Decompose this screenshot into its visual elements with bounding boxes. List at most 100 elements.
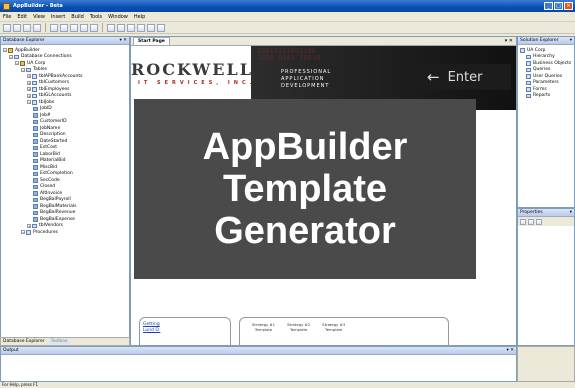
tab-toolbox[interactable]: Toolbox (48, 339, 70, 344)
folder-icon (526, 61, 531, 66)
panel-pin-icon[interactable]: ▾ (570, 210, 572, 215)
panel-pin-icon[interactable]: ▾ (570, 38, 572, 43)
column-icon (33, 210, 38, 215)
menu-build[interactable]: Build (71, 14, 84, 20)
open-icon[interactable] (13, 23, 21, 32)
solution-tree-item[interactable]: Reports (520, 93, 572, 100)
panel-title: Properties (520, 210, 543, 215)
tree-item-label: User Queries (533, 73, 563, 79)
solution-tree: UA Corp Hierarchy Business Objects Queries U… (518, 45, 574, 101)
document-close-icon[interactable]: ▾ ✕ (505, 38, 513, 44)
tree-item-label: EstCompletion (40, 171, 73, 177)
tree-item-label: MiscBid (40, 164, 58, 170)
undo-icon[interactable] (80, 23, 88, 32)
tree-item-label: UA Corp (527, 47, 546, 53)
tree-item-label: AltInvoice (40, 190, 63, 196)
tree-item-label: Queries (533, 67, 551, 73)
folder-icon (14, 54, 19, 59)
panel-title: Output (3, 348, 19, 353)
new-icon[interactable] (3, 23, 11, 32)
tree-item[interactable]: − Procedures (3, 229, 127, 236)
alphabetical-icon[interactable] (528, 218, 534, 225)
table-icon (32, 100, 37, 105)
template-kind: Template (289, 327, 308, 332)
menu-help[interactable]: Help (134, 14, 145, 20)
close-button[interactable]: × (564, 2, 573, 10)
panel-title: Solution Explorer (520, 38, 559, 43)
paste-icon[interactable] (70, 23, 78, 32)
tab-start-page[interactable]: Start Page (133, 37, 170, 45)
enter-label: Enter (447, 69, 483, 85)
overlay-line: AppBuilder (202, 126, 408, 168)
title-bar: AppBuilder - Beta _ □ × (0, 0, 575, 12)
menu-edit[interactable]: Edit (17, 14, 27, 20)
expand-toggle-icon[interactable]: − (9, 54, 13, 59)
expand-toggle-icon[interactable]: + (27, 74, 31, 79)
expand-toggle-icon[interactable]: − (21, 67, 25, 72)
tree-item-label: JobName (40, 125, 61, 131)
column-icon (33, 217, 38, 222)
menu-file[interactable]: File (3, 14, 11, 20)
column-icon (33, 113, 38, 118)
save-all-icon[interactable] (33, 23, 41, 32)
property-pages-icon[interactable] (536, 218, 542, 225)
properties-panel: Properties ▾ (517, 208, 575, 346)
build-icon[interactable] (107, 23, 115, 32)
expand-toggle-icon[interactable]: + (27, 87, 31, 92)
folder-icon (26, 230, 31, 235)
toolbar-separator (102, 23, 103, 32)
template-kind: Template (325, 327, 343, 332)
table-icon[interactable] (137, 23, 145, 32)
menu-view[interactable]: View (33, 14, 45, 20)
tagline-line: PROFESSIONAL (281, 69, 332, 75)
minimize-button[interactable]: _ (544, 2, 553, 10)
run-icon[interactable] (117, 23, 125, 32)
left-panel-tabs: Database Explorer Toolbox (0, 337, 130, 346)
menu-insert[interactable]: Insert (51, 14, 65, 20)
panel-controls[interactable]: ▾ ✕ (120, 38, 127, 43)
categorized-icon[interactable] (520, 218, 526, 225)
enter-button[interactable]: ← Enter (421, 64, 511, 90)
column-icon (33, 204, 38, 209)
copy-icon[interactable] (60, 23, 68, 32)
expand-toggle-icon[interactable]: + (27, 80, 31, 85)
document-tabs: Start Page ▾ ✕ (131, 37, 516, 46)
enter-arrow-icon: ← (427, 68, 440, 86)
panel-controls[interactable]: ▾ ✕ (507, 348, 514, 353)
database-icon (20, 61, 25, 66)
column-icon (33, 184, 38, 189)
folder-icon (526, 67, 531, 72)
window-title: AppBuilder - Beta (13, 3, 63, 9)
save-icon[interactable] (23, 23, 31, 32)
maximize-button[interactable]: □ (554, 2, 563, 10)
cut-icon[interactable] (50, 23, 58, 32)
menu-tools[interactable]: Tools (90, 14, 102, 20)
form-icon[interactable] (147, 23, 155, 32)
tab-database-explorer[interactable]: Database Explorer (3, 339, 45, 344)
tree-item-label: SecCode (40, 177, 60, 183)
folder-icon (526, 80, 531, 85)
expand-toggle-icon[interactable]: − (27, 100, 31, 105)
folder-icon (520, 48, 525, 53)
folder-icon (26, 67, 31, 72)
company-logo: ROCKWELL (131, 60, 253, 79)
tagline: PROFESSIONAL APPLICATION DEVELOPMENT (281, 69, 331, 90)
redo-icon[interactable] (90, 23, 98, 32)
column-icon (33, 119, 38, 124)
tree-item-label: Hierarchy (533, 54, 555, 60)
expand-toggle-icon[interactable]: + (27, 223, 31, 228)
menu-window[interactable]: Window (108, 14, 128, 20)
link-lund[interactable]: Lund D. (143, 328, 160, 334)
status-bar: For Help, press F1 (0, 382, 575, 388)
expand-toggle-icon[interactable]: + (27, 93, 31, 98)
tree-item-label: Procedures (33, 229, 58, 235)
database-explorer-panel: Database Explorer ▾ ✕ − AppBuilder − Databa… (0, 36, 130, 338)
expand-toggle-icon[interactable]: − (3, 48, 7, 53)
database-icon[interactable] (127, 23, 135, 32)
expand-toggle-icon[interactable]: − (15, 61, 19, 66)
output-side-area (517, 346, 575, 382)
expand-toggle-icon[interactable]: − (21, 230, 25, 235)
tree-item-label: Parameters (533, 80, 559, 86)
tree-item-label: tblVendors (39, 223, 64, 229)
report-icon[interactable] (157, 23, 165, 32)
